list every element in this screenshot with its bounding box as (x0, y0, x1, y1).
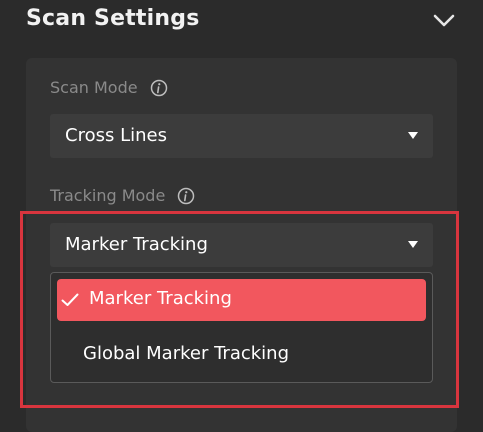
highlight-annotation-box (20, 211, 459, 408)
caret-down-icon (408, 132, 418, 139)
scan-mode-label-row: Scan Mode (50, 78, 168, 97)
info-icon[interactable] (177, 187, 195, 205)
tracking-mode-label-row: Tracking Mode (50, 186, 195, 205)
section-header[interactable]: Scan Settings (0, 0, 483, 44)
section-title: Scan Settings (26, 6, 200, 31)
scan-mode-label: Scan Mode (50, 78, 138, 97)
collapse-button[interactable] (430, 10, 458, 32)
chevron-down-icon (433, 14, 455, 27)
tracking-mode-label: Tracking Mode (50, 186, 166, 205)
scan-mode-value: Cross Lines (65, 125, 167, 146)
info-icon[interactable] (150, 79, 168, 97)
scan-mode-select[interactable]: Cross Lines (50, 114, 433, 158)
